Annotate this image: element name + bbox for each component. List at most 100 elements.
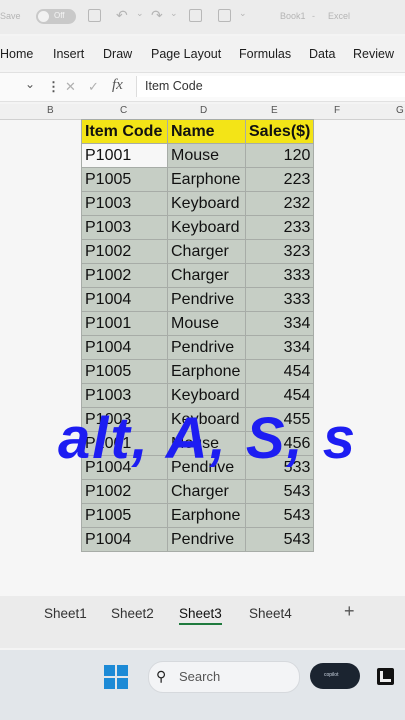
cell-name[interactable]: Earphone xyxy=(167,503,246,528)
cell-name[interactable]: Earphone xyxy=(167,359,246,384)
logo-pane xyxy=(117,665,128,676)
form-icon[interactable] xyxy=(189,9,202,22)
search-icon: ⚲ xyxy=(156,668,167,684)
cell-sales[interactable]: 454 xyxy=(244,383,315,408)
undo-icon[interactable]: ↶ xyxy=(116,7,128,24)
cell-name[interactable]: Pendrive xyxy=(167,455,246,480)
cell-sales[interactable]: 455 xyxy=(244,407,315,432)
tab-page-layout[interactable]: Page Layout xyxy=(151,47,221,61)
column-header-e[interactable]: E xyxy=(271,105,278,116)
more-dropdown-icon[interactable]: ⌄ xyxy=(239,8,247,19)
column-header-b[interactable]: B xyxy=(47,105,54,116)
cell-item-code[interactable]: P1003 xyxy=(81,191,168,216)
dropdown-icon[interactable]: ⌄ xyxy=(136,8,144,19)
cell-item-code[interactable]: P1004 xyxy=(81,527,168,552)
cell-sales[interactable]: 120 xyxy=(244,143,315,168)
cell-sales[interactable]: 233 xyxy=(244,215,315,240)
cell-name[interactable]: Pendrive xyxy=(167,287,246,312)
autosave-toggle[interactable]: Off xyxy=(36,9,76,24)
cell-name[interactable]: Mouse xyxy=(167,143,246,168)
sheet-tab-1[interactable]: Sheet1 xyxy=(44,606,87,621)
enter-icon[interactable]: ✓ xyxy=(88,79,99,95)
cell-sales[interactable]: 543 xyxy=(244,527,315,552)
copilot-button[interactable]: copilot xyxy=(310,663,360,689)
cell-item-code[interactable]: P1001 xyxy=(81,143,168,168)
taskbar-search[interactable]: ⚲ Search xyxy=(148,661,300,693)
cell-sales[interactable]: 333 xyxy=(244,263,315,288)
cell-sales[interactable]: 456 xyxy=(244,431,315,456)
table-header-row: Item Code Name Sales($) xyxy=(81,119,315,144)
column-header-g[interactable]: G xyxy=(396,105,404,116)
cell-item-code[interactable]: P1004 xyxy=(81,455,168,480)
cell-name[interactable]: Keyboard xyxy=(167,407,246,432)
chevron-down-icon[interactable]: ⌄ xyxy=(170,8,178,19)
cell-name[interactable]: Charger xyxy=(167,239,246,264)
table-row: P1001 Mouse 334 xyxy=(81,311,315,336)
windows-start-icon[interactable] xyxy=(104,665,128,689)
cell-item-code[interactable]: P1003 xyxy=(81,383,168,408)
cell-item-code[interactable]: P1002 xyxy=(81,479,168,504)
cell-name[interactable]: Charger xyxy=(167,263,246,288)
table-row: P1005 Earphone 543 xyxy=(81,503,315,528)
app-icon[interactable] xyxy=(377,668,394,685)
tab-home[interactable]: Home xyxy=(0,47,33,61)
tab-formulas[interactable]: Formulas xyxy=(239,47,291,61)
cell-sales[interactable]: 334 xyxy=(244,335,315,360)
cell-item-code[interactable]: P1002 xyxy=(81,239,168,264)
sheet-tab-3[interactable]: Sheet3 xyxy=(179,606,222,625)
cell-sales[interactable]: 223 xyxy=(244,167,315,192)
redo-icon[interactable]: ↷ xyxy=(151,7,163,24)
cell-sales[interactable]: 232 xyxy=(244,191,315,216)
cell-sales[interactable]: 323 xyxy=(244,239,315,264)
cell-item-code[interactable]: P1005 xyxy=(81,503,168,528)
cell-item-code[interactable]: P1004 xyxy=(81,335,168,360)
cell-sales[interactable]: 543 xyxy=(244,479,315,504)
cancel-icon[interactable]: ✕ xyxy=(65,79,76,95)
document-name: Book1 xyxy=(280,11,306,21)
cell-item-code[interactable]: P1001 xyxy=(81,311,168,336)
header-name[interactable]: Name xyxy=(167,119,246,144)
cell-name[interactable]: Charger xyxy=(167,479,246,504)
table-row: P1002 Charger 543 xyxy=(81,479,315,504)
table-icon[interactable] xyxy=(218,9,231,22)
sheet-tab-2[interactable]: Sheet2 xyxy=(111,606,154,621)
sheet-tabs-bar: Sheet1 Sheet2 Sheet3 Sheet4 + xyxy=(0,596,405,648)
header-sales[interactable]: Sales($) xyxy=(244,119,315,144)
namebox-dropdown-icon[interactable]: ⌄ xyxy=(25,77,35,91)
add-sheet-button[interactable]: + xyxy=(344,601,355,622)
cell-item-code[interactable]: P1003 xyxy=(81,407,168,432)
cell-sales[interactable]: 533 xyxy=(244,455,315,480)
formula-input[interactable]: Item Code xyxy=(136,76,405,97)
save-icon[interactable] xyxy=(88,9,101,22)
insert-function-icon[interactable]: fx xyxy=(112,77,123,94)
column-header-d[interactable]: D xyxy=(200,105,207,116)
cell-sales[interactable]: 543 xyxy=(244,503,315,528)
formula-bar: ⌄ ⋮ ✕ ✓ fx Item Code xyxy=(0,72,405,102)
tab-draw[interactable]: Draw xyxy=(103,47,132,61)
cell-item-code[interactable]: P1001 xyxy=(81,431,168,456)
cell-item-code[interactable]: P1002 xyxy=(81,263,168,288)
cell-item-code[interactable]: P1003 xyxy=(81,215,168,240)
column-header-f[interactable]: F xyxy=(334,105,340,116)
cell-sales[interactable]: 454 xyxy=(244,359,315,384)
cell-sales[interactable]: 334 xyxy=(244,311,315,336)
cell-name[interactable]: Keyboard xyxy=(167,383,246,408)
cell-name[interactable]: Mouse xyxy=(167,431,246,456)
sheet-tab-4[interactable]: Sheet4 xyxy=(249,606,292,621)
cell-name[interactable]: Keyboard xyxy=(167,191,246,216)
cell-item-code[interactable]: P1005 xyxy=(81,167,168,192)
tab-review[interactable]: Review xyxy=(353,47,394,61)
cell-name[interactable]: Earphone xyxy=(167,167,246,192)
cell-name[interactable]: Pendrive xyxy=(167,335,246,360)
cell-name[interactable]: Pendrive xyxy=(167,527,246,552)
column-header-c[interactable]: C xyxy=(120,105,127,116)
cell-item-code[interactable]: P1004 xyxy=(81,287,168,312)
cell-item-code[interactable]: P1005 xyxy=(81,359,168,384)
tab-data[interactable]: Data xyxy=(309,47,335,61)
tab-insert[interactable]: Insert xyxy=(53,47,84,61)
header-item-code[interactable]: Item Code xyxy=(81,119,168,144)
cell-name[interactable]: Mouse xyxy=(167,311,246,336)
more-options-icon[interactable]: ⋮ xyxy=(47,79,60,95)
cell-name[interactable]: Keyboard xyxy=(167,215,246,240)
cell-sales[interactable]: 333 xyxy=(244,287,315,312)
